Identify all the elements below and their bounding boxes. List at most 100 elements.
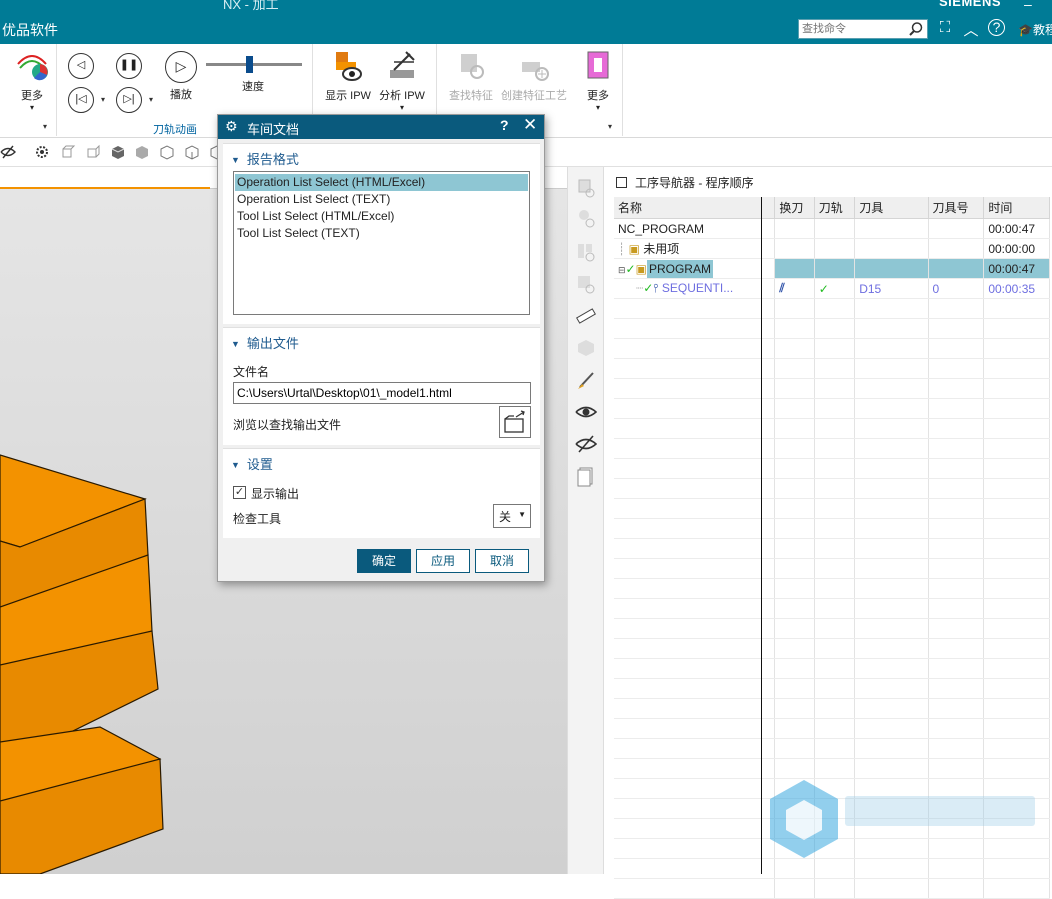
output-file-header[interactable]: ▼ 输出文件 (231, 333, 299, 352)
graduation-cap-icon: 🎓 (1018, 23, 1033, 37)
check-tool-select[interactable]: 关 ▼ (493, 504, 531, 528)
gear-icon: ⚙ (225, 118, 238, 134)
speed-slider[interactable] (206, 63, 302, 66)
more-display-button[interactable]: 更多 ▾ (12, 50, 52, 112)
cube-shaded-icon[interactable] (134, 144, 150, 160)
roles-icon[interactable] (573, 335, 599, 361)
column-header-name[interactable]: 名称 (614, 197, 776, 219)
cube-shaded-edges-icon[interactable] (110, 144, 126, 160)
pause-icon: ❚❚ (119, 59, 139, 71)
output-file-header-text: 输出文件 (246, 336, 299, 351)
brush-icon[interactable] (573, 367, 599, 393)
collapse-ribbon-icon[interactable]: ︿ (962, 19, 980, 40)
help-icon[interactable]: ? (988, 19, 1005, 36)
empty-row (614, 358, 1050, 379)
list-item[interactable]: Operation List Select (HTML/Excel) (235, 174, 528, 191)
chevron-down-icon[interactable]: ▾ (149, 95, 153, 104)
hide-icon[interactable] (0, 144, 16, 160)
eye-icon[interactable] (573, 399, 599, 425)
row-toolpath: ✓ (818, 281, 829, 296)
show-output-checkbox[interactable]: ✓ (233, 486, 246, 499)
hidden-eye-icon[interactable] (573, 431, 599, 457)
command-search-input[interactable] (799, 20, 907, 38)
tutorial-link[interactable]: 🎓教程 (1018, 21, 1052, 38)
browse-button[interactable] (499, 406, 531, 438)
reuse-library-icon[interactable] (573, 271, 599, 297)
apply-button[interactable]: 应用 (416, 549, 470, 573)
empty-row (614, 758, 1050, 779)
empty-row (614, 878, 1050, 899)
table-row[interactable]: ┈✓⫯ SEQUENTI... ⫽ ✓ D15 0 00:00:35 (614, 278, 1050, 299)
dialog-title: 车间文档 (247, 122, 300, 137)
column-header-tool-number[interactable]: 刀具号 (928, 197, 985, 219)
minimize-button[interactable]: – (1024, 0, 1032, 12)
empty-row (614, 498, 1050, 519)
history-icon[interactable] (573, 463, 599, 489)
column-header-tool[interactable]: 刀具 (854, 197, 929, 219)
close-button[interactable]: ✕ (523, 115, 537, 135)
speed-slider-thumb[interactable] (246, 56, 254, 73)
create-feature-process-button[interactable]: 创建特征工艺 (499, 48, 569, 103)
step-back-button[interactable]: ◁ (68, 53, 94, 79)
dialog-title-bar[interactable]: ⚙ 车间文档 ? ✕ (218, 115, 544, 139)
list-item[interactable]: Operation List Select (TEXT) (235, 191, 528, 208)
analyze-ipw-label: 分析 IPW (379, 90, 425, 102)
check-icon: ✓ (625, 261, 636, 276)
report-format-list[interactable]: Operation List Select (HTML/Excel) Opera… (233, 171, 530, 315)
cancel-button[interactable]: 取消 (475, 549, 529, 573)
resource-bar (567, 167, 604, 874)
cube-hidden-icon[interactable] (85, 144, 101, 160)
collapse-triangle-icon: ▼ (231, 460, 240, 470)
empty-row (614, 458, 1050, 479)
show-ipw-button[interactable]: 显示 IPW (323, 48, 373, 103)
empty-row (614, 518, 1050, 539)
browse-label: 浏览以查找输出文件 (233, 418, 342, 432)
row-name-cell: ⊟✓▣ PROGRAM (614, 258, 776, 279)
cube-studio-icon[interactable] (159, 144, 175, 160)
search-icon[interactable] (908, 21, 924, 37)
table-row[interactable]: ⊟✓▣ PROGRAM 00:00:47 (614, 258, 1050, 279)
settings-gear-icon[interactable] (34, 144, 50, 160)
assembly-navigator-icon[interactable] (573, 205, 599, 231)
report-format-header[interactable]: ▼ 报告格式 (231, 149, 299, 168)
list-item[interactable]: Tool List Select (TEXT) (235, 225, 528, 242)
column-splitter[interactable] (761, 197, 762, 874)
list-item[interactable]: Tool List Select (HTML/Excel) (235, 208, 528, 225)
collapse-triangle-icon: ▼ (231, 339, 240, 349)
column-header-tool-change[interactable]: 换刀 (774, 197, 815, 219)
command-search[interactable] (798, 19, 928, 39)
play-button[interactable]: ▷ (165, 51, 197, 83)
navigator-pin-checkbox[interactable] (616, 177, 627, 188)
settings-header[interactable]: ▼ 设置 (231, 454, 273, 473)
help-button[interactable]: ? (500, 117, 509, 133)
table-row[interactable]: NC_PROGRAM 00:00:47 (614, 218, 1050, 239)
group-caret-icon[interactable]: ▾ (608, 122, 612, 131)
collapse-icon[interactable]: ⊟ (618, 265, 626, 275)
pause-button[interactable]: ❚❚ (116, 53, 142, 79)
empty-row (614, 678, 1050, 699)
ok-button[interactable]: 确定 (357, 549, 411, 573)
group-caret-icon[interactable]: ▾ (43, 122, 47, 131)
ruler-icon[interactable] (573, 303, 599, 329)
fullscreen-icon[interactable]: ⛶ (936, 19, 954, 40)
more-feature-button[interactable]: 更多 ▾ (577, 48, 619, 112)
check-icon: ✓ (643, 281, 654, 295)
constraint-navigator-icon[interactable] (573, 239, 599, 265)
tool-change-cell: ⫽ (774, 278, 815, 299)
more-feature-label: 更多 (587, 90, 609, 102)
cube-wire-icon[interactable] (60, 144, 76, 160)
analyze-ipw-button[interactable]: 分析 IPW ▾ (377, 48, 427, 112)
part-navigator-icon[interactable] (573, 175, 599, 201)
column-header-time[interactable]: 时间 (983, 197, 1050, 219)
go-to-end-button[interactable]: ▷| (116, 87, 142, 113)
go-to-start-button[interactable]: |◁ (68, 87, 94, 113)
chevron-down-icon[interactable]: ▾ (101, 95, 105, 104)
cube-outline-icon[interactable] (184, 144, 200, 160)
row-time: 00:00:35 (983, 278, 1050, 299)
row-tool-number: 0 (928, 278, 985, 299)
find-feature-button[interactable]: 查找特征 (445, 48, 497, 103)
file-name-input[interactable] (233, 382, 531, 404)
column-header-toolpath[interactable]: 刀轨 (814, 197, 856, 219)
table-row[interactable]: ┊ ▣ 未用项 00:00:00 (614, 238, 1050, 259)
watermark-banner (845, 796, 1035, 826)
